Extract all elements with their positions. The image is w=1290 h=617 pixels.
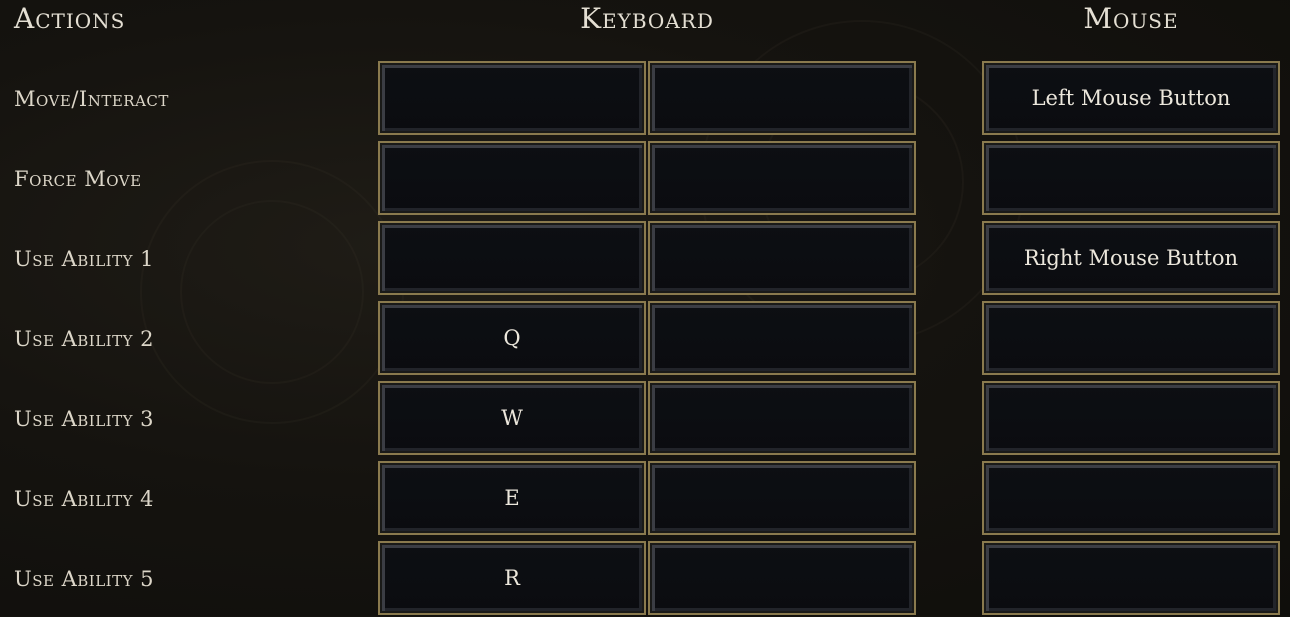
mousebind-move-interact[interactable]: Left Mouse Button bbox=[982, 61, 1280, 135]
keyboard-column-header: Keyboard bbox=[580, 2, 714, 35]
actions-column-header: Actions bbox=[14, 2, 126, 35]
mousebind-use-ability-3[interactable] bbox=[982, 381, 1280, 455]
mouse-column-header: Mouse bbox=[1083, 2, 1179, 35]
keybind-secondary-move-interact[interactable] bbox=[648, 61, 916, 135]
action-label-move-interact: Move/Interact bbox=[14, 87, 169, 111]
keybind-primary-use-ability-2[interactable]: Q bbox=[378, 301, 646, 375]
action-label-force-move: Force Move bbox=[14, 167, 142, 191]
keybind-primary-use-ability-4[interactable]: E bbox=[378, 461, 646, 535]
mousebind-use-ability-1[interactable]: Right Mouse Button bbox=[982, 221, 1280, 295]
action-label-use-ability-1: Use Ability 1 bbox=[14, 247, 155, 271]
action-label-use-ability-4: Use Ability 4 bbox=[14, 487, 155, 511]
background-swirl bbox=[140, 160, 404, 424]
action-label-use-ability-5: Use Ability 5 bbox=[14, 567, 155, 591]
keybind-secondary-use-ability-4[interactable] bbox=[648, 461, 916, 535]
keybind-secondary-use-ability-3[interactable] bbox=[648, 381, 916, 455]
keybind-primary-use-ability-1[interactable] bbox=[378, 221, 646, 295]
keybind-primary-force-move[interactable] bbox=[378, 141, 646, 215]
keybind-secondary-force-move[interactable] bbox=[648, 141, 916, 215]
mousebind-use-ability-2[interactable] bbox=[982, 301, 1280, 375]
keybind-secondary-use-ability-2[interactable] bbox=[648, 301, 916, 375]
keybind-secondary-use-ability-5[interactable] bbox=[648, 541, 916, 615]
mousebind-force-move[interactable] bbox=[982, 141, 1280, 215]
keybind-secondary-use-ability-1[interactable] bbox=[648, 221, 916, 295]
mousebind-use-ability-5[interactable] bbox=[982, 541, 1280, 615]
keybind-primary-use-ability-5[interactable]: R bbox=[378, 541, 646, 615]
mousebind-use-ability-4[interactable] bbox=[982, 461, 1280, 535]
action-label-use-ability-3: Use Ability 3 bbox=[14, 407, 155, 431]
keybind-primary-use-ability-3[interactable]: W bbox=[378, 381, 646, 455]
action-label-use-ability-2: Use Ability 2 bbox=[14, 327, 155, 351]
background-swirl bbox=[180, 200, 364, 384]
keybind-primary-move-interact[interactable] bbox=[378, 61, 646, 135]
